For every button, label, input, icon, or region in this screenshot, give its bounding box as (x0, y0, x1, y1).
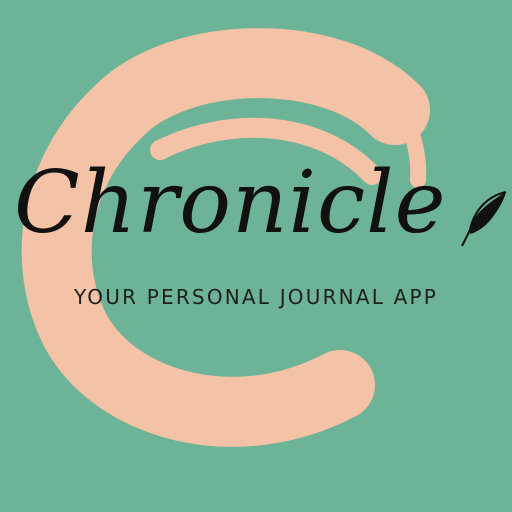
app-tagline: YOUR PERSONAL JOURNAL APP (73, 285, 439, 309)
app-logo-text: Chronicle (14, 153, 447, 253)
feather-quill-icon (461, 191, 507, 247)
